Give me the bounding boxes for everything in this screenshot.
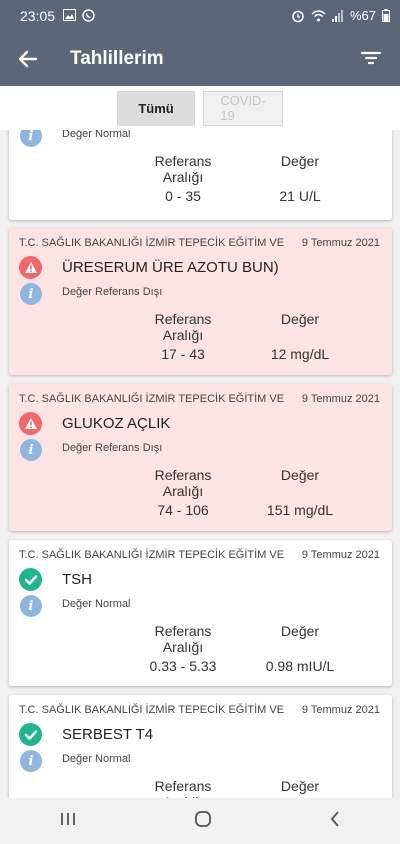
result-card[interactable]: i Değer Normal Referans Aralığı Değer 0 … bbox=[9, 130, 392, 220]
hospital-name: T.C. SAĞLIK BAKANLIĞI İZMİR TEPECİK EĞİT… bbox=[19, 237, 285, 249]
value-header: Değer bbox=[280, 153, 320, 169]
result-date: 9 Temmuz 2021 bbox=[301, 237, 380, 249]
test-name: ÜRESERUM ÜRE AZOTU BUN) bbox=[62, 259, 279, 276]
result-value: 21 U/L bbox=[279, 188, 321, 204]
test-name: SERBEST T4 bbox=[62, 726, 154, 743]
range-header: Referans Aralığı bbox=[154, 311, 212, 343]
gallery-icon bbox=[63, 9, 77, 21]
home-icon bbox=[195, 810, 211, 827]
test-name: TSH bbox=[62, 571, 92, 588]
wifi-icon bbox=[311, 9, 326, 21]
result-card[interactable]: T.C. SAĞLIK BAKANLIĞI İZMİR TEPECİK EĞİT… bbox=[9, 695, 392, 798]
filter-icon bbox=[360, 51, 382, 64]
warning-triangle-icon bbox=[19, 256, 42, 279]
result-value: 0.98 mIU/L bbox=[265, 658, 335, 674]
arrow-left-icon bbox=[18, 50, 38, 67]
recent-apps-icon bbox=[60, 812, 75, 825]
info-icon[interactable]: i bbox=[20, 283, 42, 305]
battery-icon bbox=[382, 9, 390, 22]
hospital-name: T.C. SAĞLIK BAKANLIĞI İZMİR TEPECİK EĞİT… bbox=[19, 704, 285, 716]
info-icon[interactable]: i bbox=[20, 439, 42, 461]
result-status-text: Değer Normal bbox=[62, 130, 131, 140]
value-header: Değer bbox=[280, 778, 320, 794]
hospital-name: T.C. SAĞLIK BAKANLIĞI İZMİR TEPECİK EĞİT… bbox=[19, 393, 285, 405]
status-time: 23:05 bbox=[20, 7, 56, 24]
result-status-text: Değer Referans Dışı bbox=[62, 442, 163, 454]
whatsapp-icon bbox=[82, 9, 95, 22]
lab-results-list[interactable]: i Değer Normal Referans Aralığı Değer 0 … bbox=[0, 130, 400, 798]
reference-range: 17 - 43 bbox=[161, 346, 205, 362]
result-card[interactable]: T.C. SAĞLIK BAKANLIĞI İZMİR TEPECİK EĞİT… bbox=[9, 540, 392, 686]
home-button[interactable] bbox=[194, 810, 212, 833]
status-bar: 23:05 %67 bbox=[0, 0, 400, 31]
hospital-name: T.C. SAĞLIK BAKANLIĞI İZMİR TEPECİK EĞİT… bbox=[19, 549, 285, 561]
back-button[interactable] bbox=[16, 47, 40, 71]
tab-covid-19[interactable]: COVID-19 bbox=[203, 90, 283, 126]
value-header: Değer bbox=[280, 311, 320, 327]
result-value: 151 mg/dL bbox=[266, 502, 334, 518]
result-status-text: Değer Normal bbox=[62, 598, 131, 610]
warning-triangle-icon bbox=[19, 412, 42, 435]
reference-range: 0 - 35 bbox=[165, 188, 201, 204]
app-bar: Tahlillerim bbox=[0, 31, 400, 86]
check-circle-icon bbox=[19, 723, 42, 746]
range-header: Referans Aralığı bbox=[154, 467, 212, 499]
range-header: Referans Aralığı bbox=[154, 778, 212, 798]
result-value: 12 mg/dL bbox=[270, 346, 330, 362]
system-nav-bar bbox=[0, 798, 400, 844]
signal-icon bbox=[331, 9, 343, 22]
recent-apps-button[interactable] bbox=[59, 811, 77, 832]
filter-tabs: Tümü COVID-19 bbox=[0, 86, 400, 130]
system-back-button[interactable] bbox=[329, 810, 341, 833]
range-header: Referans Aralığı bbox=[154, 623, 212, 655]
battery-percent: %67 bbox=[349, 8, 376, 23]
reference-range: 74 - 106 bbox=[157, 502, 209, 518]
reference-range: 0.33 - 5.33 bbox=[149, 658, 217, 674]
info-icon[interactable]: i bbox=[20, 750, 42, 772]
result-card[interactable]: T.C. SAĞLIK BAKANLIĞI İZMİR TEPECİK EĞİT… bbox=[9, 384, 392, 531]
check-circle-icon bbox=[19, 568, 42, 591]
value-header: Değer bbox=[280, 623, 320, 639]
info-icon[interactable]: i bbox=[20, 595, 42, 617]
result-date: 9 Temmuz 2021 bbox=[301, 704, 380, 716]
result-status-text: Değer Normal bbox=[62, 753, 131, 765]
page-title: Tahlillerim bbox=[70, 47, 164, 69]
test-name: GLUKOZ AÇLIK bbox=[62, 415, 171, 432]
result-date: 9 Temmuz 2021 bbox=[301, 549, 380, 561]
filter-button[interactable] bbox=[360, 47, 384, 71]
chevron-left-icon bbox=[331, 810, 339, 827]
value-header: Değer bbox=[280, 467, 320, 483]
result-status-text: Değer Referans Dışı bbox=[62, 286, 163, 298]
result-date: 9 Temmuz 2021 bbox=[301, 393, 380, 405]
tab-all[interactable]: Tümü bbox=[117, 90, 195, 126]
range-header: Referans Aralığı bbox=[154, 153, 212, 185]
alarm-icon bbox=[292, 10, 304, 22]
info-icon[interactable]: i bbox=[20, 130, 42, 147]
result-card[interactable]: T.C. SAĞLIK BAKANLIĞI İZMİR TEPECİK EĞİT… bbox=[9, 228, 392, 375]
